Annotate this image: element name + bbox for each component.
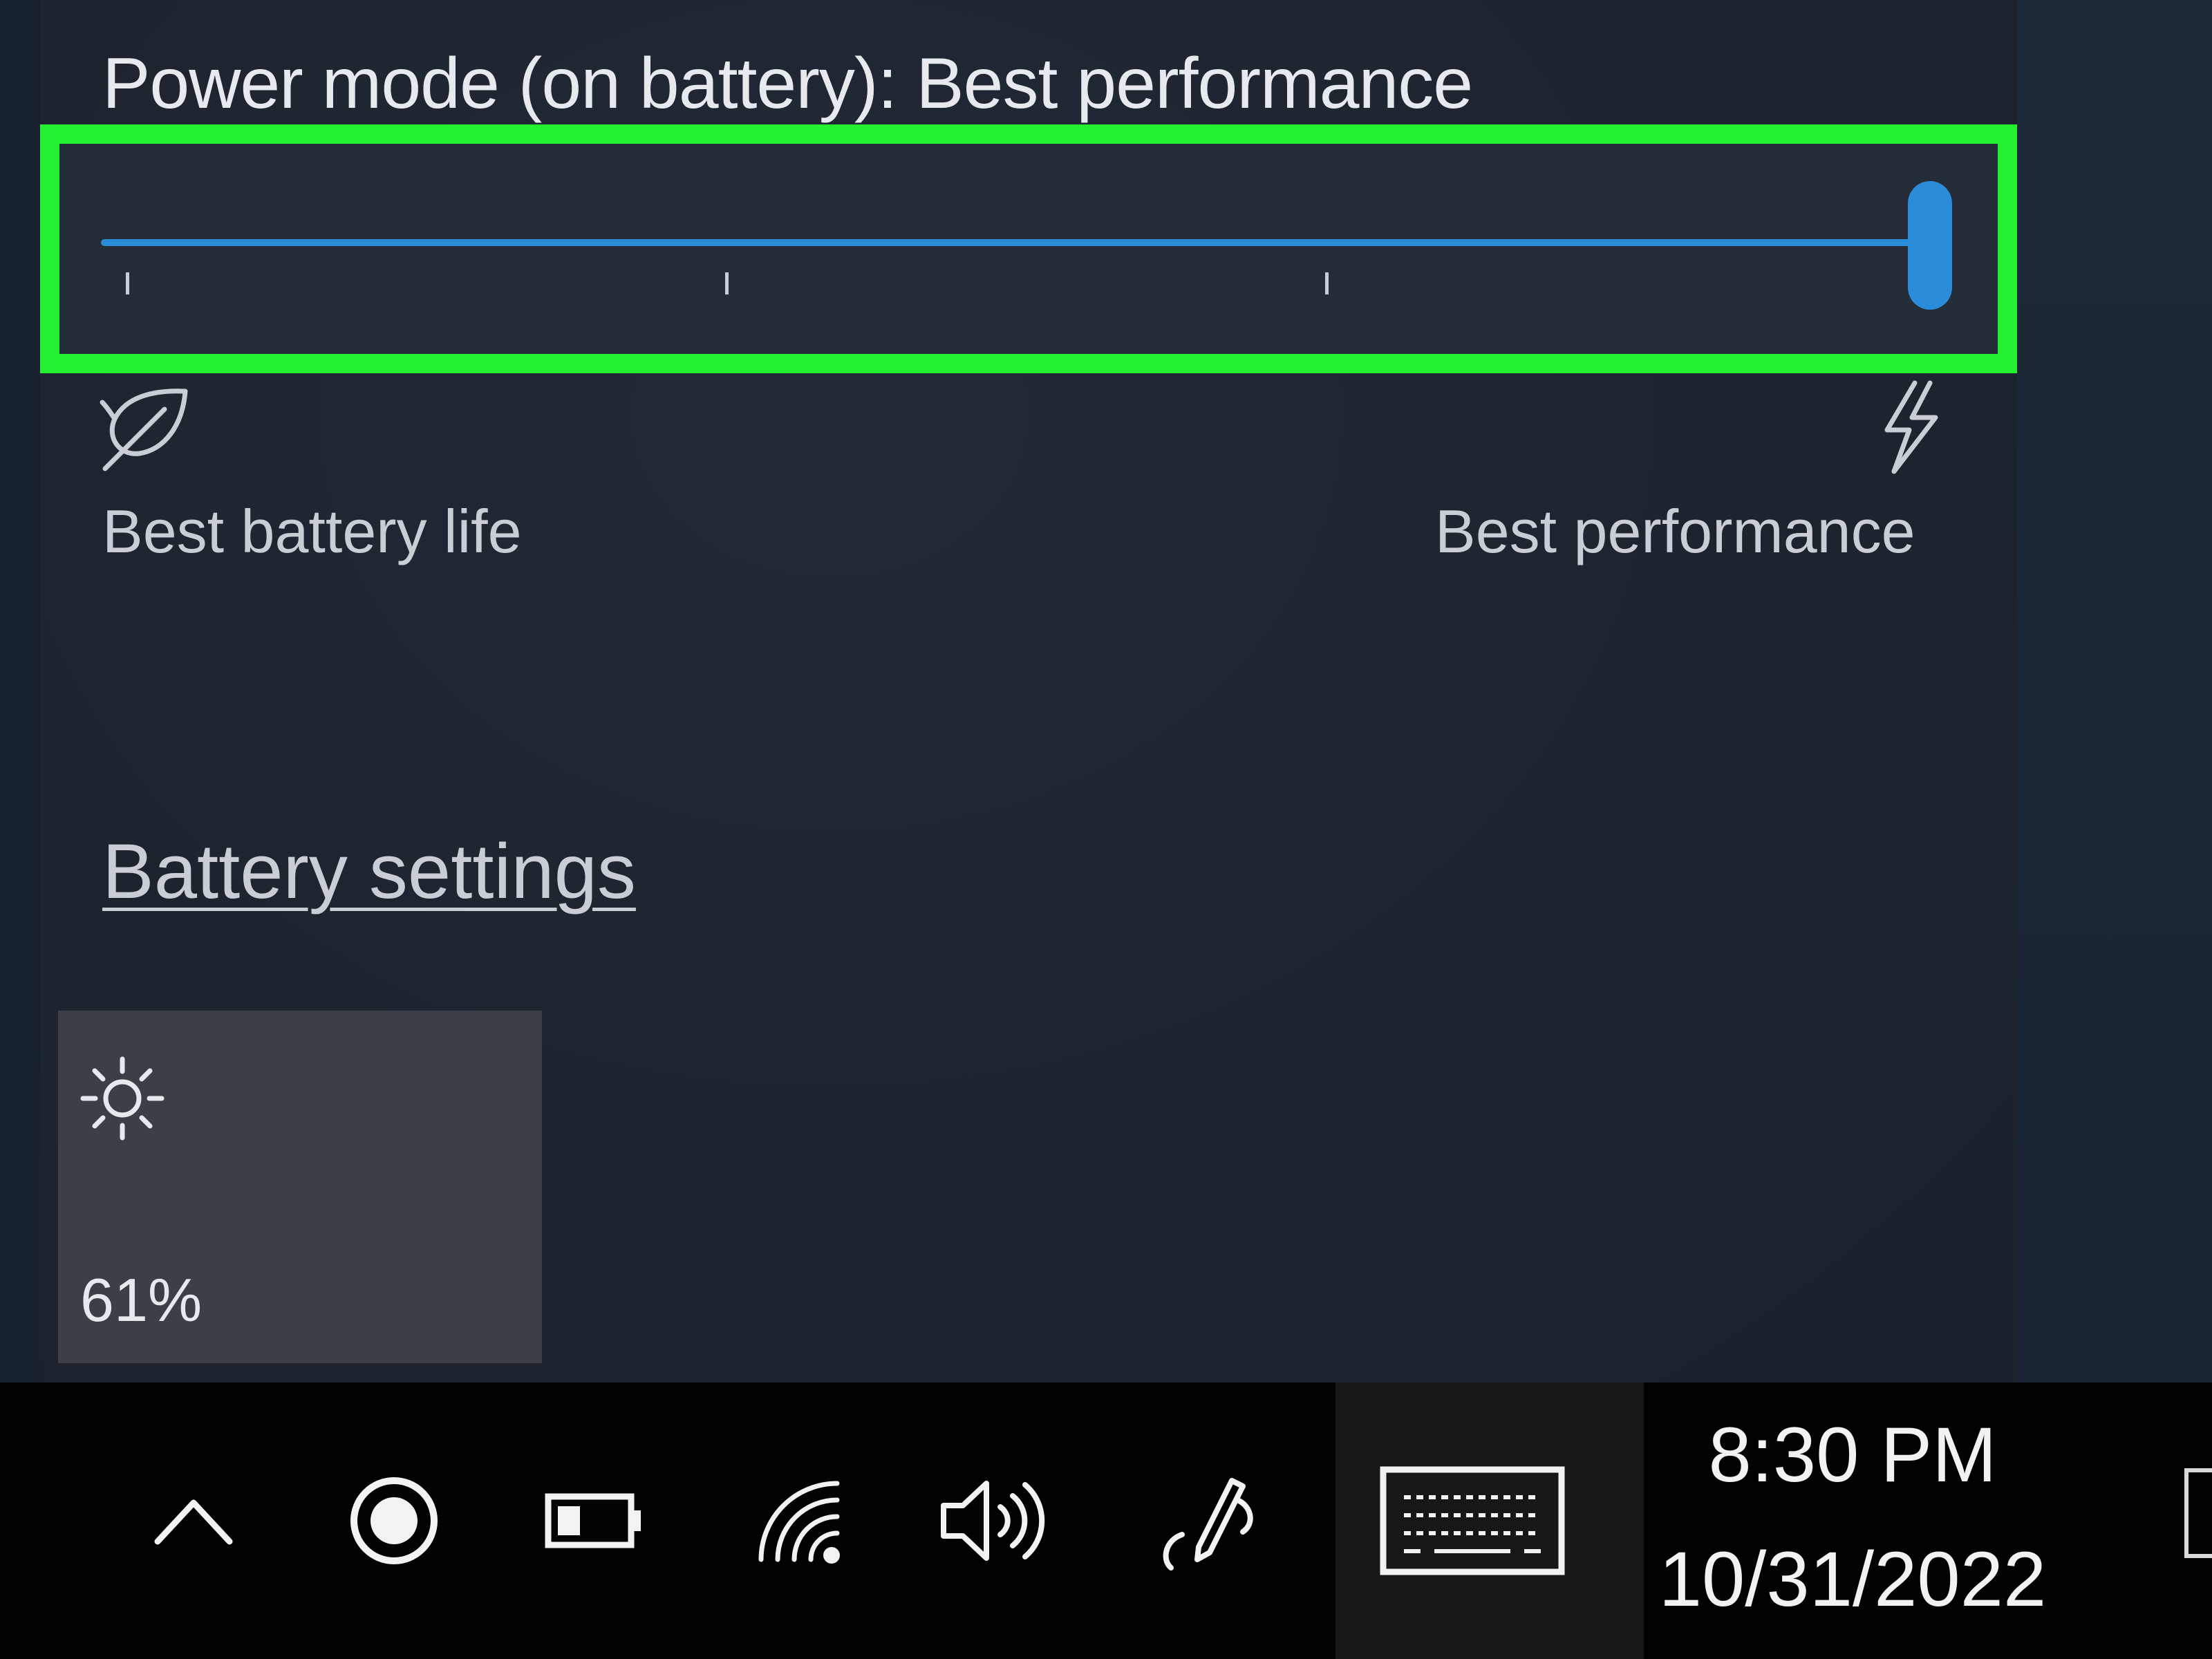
- slider-track[interactable]: [101, 239, 1930, 246]
- power-mode-slider[interactable]: [0, 0, 2212, 387]
- pen-icon[interactable]: [1154, 1382, 1265, 1659]
- notifications-button[interactable]: [2184, 1468, 2212, 1558]
- sun-icon: [77, 1053, 167, 1147]
- taskbar-clock[interactable]: 8:30 PM 10/31/2022: [1590, 1403, 2115, 1631]
- leaf-icon: [98, 384, 195, 478]
- chevron-up-icon[interactable]: [145, 1382, 242, 1659]
- slider-min-label: Best battery life: [102, 497, 522, 565]
- record-icon[interactable]: [339, 1382, 449, 1659]
- slider-tick: [725, 272, 729, 294]
- lightning-icon: [1866, 379, 1949, 479]
- clock-time: 8:30 PM: [1708, 1412, 1997, 1498]
- battery-icon[interactable]: [539, 1382, 650, 1659]
- brightness-tile[interactable]: 61%: [58, 1011, 542, 1363]
- slider-thumb[interactable]: [1908, 181, 1952, 310]
- brightness-value: 61%: [80, 1266, 203, 1334]
- slider-max-label: Best performance: [1435, 497, 1915, 565]
- slider-tick: [126, 272, 129, 294]
- wifi-icon[interactable]: [747, 1382, 850, 1659]
- slider-tick: [1325, 272, 1329, 294]
- clock-date: 10/31/2022: [1658, 1536, 2047, 1622]
- keyboard-icon[interactable]: [1376, 1382, 1569, 1659]
- battery-settings-link[interactable]: Battery settings: [102, 827, 636, 916]
- volume-icon[interactable]: [933, 1382, 1051, 1659]
